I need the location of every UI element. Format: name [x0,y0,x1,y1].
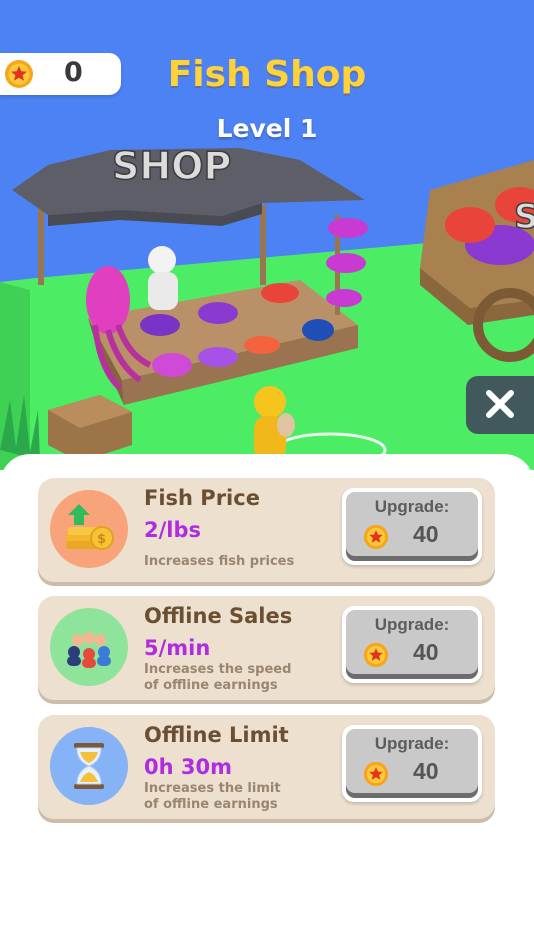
customers-icon [50,608,128,686]
upgrade-title: Fish Price [144,486,260,510]
upgrade-cost: 40 [413,521,439,547]
upgrade-title: Offline Sales [144,604,293,628]
svg-text:$: $ [97,532,106,547]
upgrade-button-offline-sales[interactable]: Upgrade: 40 [342,606,482,683]
upgrade-button-label: Upgrade: [374,734,450,753]
hourglass-icon [50,727,128,805]
upgrade-card-fish-price: $ Fish Price 2/lbs Increases fish prices… [38,478,495,582]
upgrade-panel: $ Fish Price 2/lbs Increases fish prices… [0,454,534,949]
close-button[interactable] [466,376,534,434]
upgrade-description: Increases the speed of offline earnings [144,662,292,693]
page-title: Fish Shop [167,54,367,95]
coin-icon [363,761,389,790]
upgrade-description: Increases fish prices [144,554,295,569]
upgrade-cost: 40 [413,639,439,665]
upgrade-value: 5/min [144,636,211,660]
upgrade-title: Offline Limit [144,723,289,747]
upgrade-card-offline-sales: Offline Sales 5/min Increases the speed … [38,596,495,700]
upgrade-value: 0h 30m [144,755,232,779]
upgrade-description: Increases the limit of offline earnings [144,781,281,812]
upgrade-card-offline-limit: Offline Limit 0h 30m Increases the limit… [38,715,495,819]
coin-icon [363,642,389,671]
close-icon [486,390,514,418]
upgrade-button-fish-price[interactable]: Upgrade: 40 [342,488,482,565]
svg-text:S: S [514,197,534,237]
upgrade-button-label: Upgrade: [374,615,450,634]
upgrade-button-offline-limit[interactable]: Upgrade: 40 [342,725,482,802]
upgrade-value: 2/lbs [144,518,202,542]
upgrade-cost: 40 [413,758,439,784]
money-up-icon: $ [50,490,128,568]
level-label: Level 1 [216,114,318,143]
shop-sign-text: SHOP [111,143,232,189]
upgrade-button-label: Upgrade: [374,497,450,516]
coin-icon [363,524,389,553]
